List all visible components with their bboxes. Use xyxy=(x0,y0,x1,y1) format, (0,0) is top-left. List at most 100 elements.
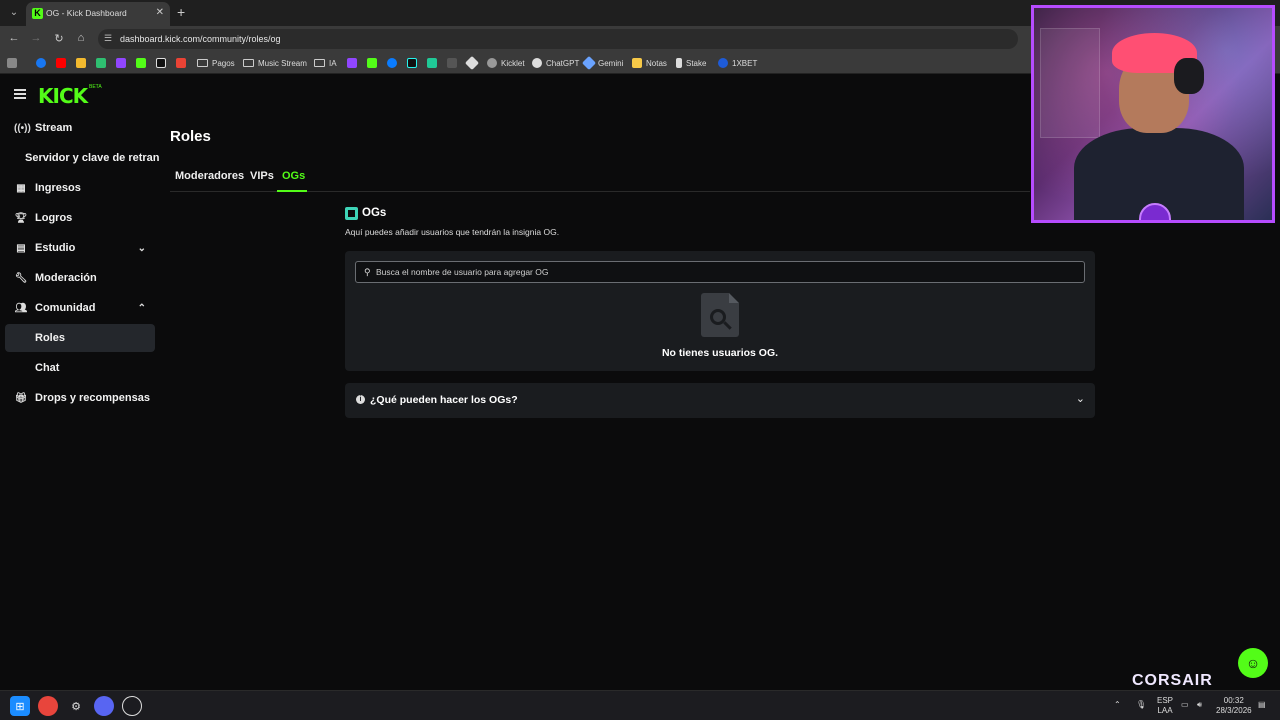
support-chat-icon[interactable]: ☺ xyxy=(1238,648,1268,678)
chevron-down-icon: ⌄ xyxy=(1075,393,1085,405)
chrome-icon[interactable] xyxy=(38,696,58,716)
page-title: Roles xyxy=(170,128,211,145)
gemini-icon xyxy=(581,55,597,71)
sidebar-item-comunidad[interactable]: 👥︎ Comunidad ⌃ xyxy=(14,295,154,321)
notifications-icon[interactable]: ▤ xyxy=(1258,700,1266,710)
kick-logo[interactable]: KICK xyxy=(38,84,88,108)
binance-icon[interactable] xyxy=(76,56,90,70)
reload-icon[interactable]: ↻ xyxy=(52,32,66,45)
tab-moderadores[interactable]: Moderadores xyxy=(175,170,244,182)
volume-icon[interactable]: 🔊︎ xyxy=(1197,700,1202,710)
chart-icon: ▦ xyxy=(16,182,26,194)
kick-icon[interactable] xyxy=(136,56,150,70)
broadcast-icon: ((•)) xyxy=(14,122,31,134)
microphone-icon[interactable]: 🎙︎ xyxy=(1136,700,1146,710)
windows-start-icon[interactable]: ⊞ xyxy=(10,696,30,716)
twitch-icon[interactable] xyxy=(347,56,361,70)
kicklet-icon xyxy=(487,58,497,68)
info-icon: i xyxy=(356,395,365,404)
tab-ogs[interactable]: OGs xyxy=(282,170,305,182)
kick-favicon-icon: K xyxy=(32,8,43,19)
active-tab-indicator xyxy=(277,190,307,192)
new-tab-icon[interactable]: + xyxy=(177,4,185,20)
sidebar-item-stream[interactable]: ((•)) Stream xyxy=(14,115,154,141)
bookmark-ia[interactable]: IA xyxy=(314,56,337,70)
tiktok-icon[interactable] xyxy=(407,56,421,70)
bookmark-chatgpt[interactable]: ChatGPT xyxy=(532,56,579,70)
headset xyxy=(1174,58,1204,94)
windows-taskbar: ⊞ ⚙ ⌃ 🎙︎ ESP LAA ▭ 🔊︎ 00:32 28/3/2026 ▤ xyxy=(0,690,1280,720)
meta-icon[interactable] xyxy=(387,56,401,70)
bookmark-kicklet[interactable]: Kicklet xyxy=(487,56,525,70)
chatgpt-icon xyxy=(532,58,542,68)
folder-icon xyxy=(243,59,254,67)
bookmark-pagos[interactable]: Pagos xyxy=(197,56,235,70)
bookmark-1xbet[interactable]: 1XBET xyxy=(718,56,757,70)
url-field[interactable]: ☰ dashboard.kick.com/community/roles/og xyxy=(98,29,1018,49)
discord-icon[interactable] xyxy=(94,696,114,716)
sidebar-item-server-key[interactable]: Servidor y clave de retransmisión xyxy=(25,152,160,164)
og-badge-icon xyxy=(345,207,358,220)
sidebar-item-logros[interactable]: 🏆︎ Logros xyxy=(14,205,154,231)
apps-icon[interactable] xyxy=(7,56,21,70)
tab-search-icon[interactable]: ⌄ xyxy=(6,5,22,21)
bookmark-teal-icon[interactable] xyxy=(427,56,441,70)
folder-icon xyxy=(197,59,208,67)
bookmark-gemini[interactable]: Gemini xyxy=(581,55,623,71)
browser-tab[interactable]: K OG - Kick Dashboard ✕ xyxy=(26,2,170,26)
forward-icon[interactable]: → xyxy=(29,32,43,44)
search-icon: ⚲ xyxy=(364,267,371,277)
folder-icon xyxy=(314,59,325,67)
og-users-card: ⚲ No tienes usuarios OG. xyxy=(345,251,1095,371)
close-icon[interactable]: ✕ xyxy=(156,7,164,18)
chevron-up-icon: ⌃ xyxy=(137,302,146,314)
chevron-down-icon: ⌄ xyxy=(137,242,146,254)
sidebar-item-roles[interactable]: Roles xyxy=(35,325,145,351)
users-icon: 👥︎ xyxy=(14,302,28,314)
trophy-icon: 🏆︎ xyxy=(14,212,28,224)
beta-badge: BETA xyxy=(89,84,102,90)
tab-vips[interactable]: VIPs xyxy=(250,170,274,182)
network-icon[interactable]: ▭ xyxy=(1181,700,1189,710)
back-icon[interactable]: ← xyxy=(7,32,21,44)
sidebar-item-moderacion[interactable]: 🔧︎ Moderación xyxy=(14,265,154,291)
sidebar-item-estudio[interactable]: ▤ Estudio ⌄ xyxy=(14,235,154,261)
notes-icon xyxy=(632,58,642,68)
grid-icon: ▤ xyxy=(16,242,26,254)
tray-chevron-icon[interactable]: ⌃ xyxy=(1114,700,1121,710)
bookmark-green-icon[interactable] xyxy=(96,56,110,70)
search-box[interactable]: ⚲ xyxy=(355,261,1085,283)
app-icon[interactable] xyxy=(122,696,142,716)
1xbet-icon xyxy=(718,58,728,68)
site-settings-icon[interactable]: ☰ xyxy=(104,33,112,44)
gmail-icon[interactable] xyxy=(176,56,190,70)
sidebar-item-ingresos[interactable]: ▦ Ingresos xyxy=(14,175,154,201)
facebook-icon[interactable] xyxy=(36,56,50,70)
kick-icon[interactable] xyxy=(367,56,381,70)
sidebar-item-drops[interactable]: 🎁︎ Drops y recompensas xyxy=(14,385,154,411)
twitch-icon[interactable] xyxy=(116,56,130,70)
search-input[interactable] xyxy=(376,265,1076,279)
home-icon[interactable]: ⌂ xyxy=(74,32,88,44)
shelf xyxy=(1040,28,1100,138)
section-description: Aquí puedes añadir usuarios que tendrán … xyxy=(345,227,560,237)
corsair-logo: CORSAIR xyxy=(1132,672,1213,689)
youtube-icon[interactable] xyxy=(56,56,70,70)
menu-icon[interactable] xyxy=(14,89,26,99)
empty-file-search-icon xyxy=(701,293,739,337)
bookmark-info-icon[interactable] xyxy=(447,56,461,70)
sidebar-item-chat[interactable]: Chat xyxy=(35,355,145,381)
bookmark-notas[interactable]: Notas xyxy=(632,56,667,70)
language-indicator[interactable]: ESP LAA xyxy=(1157,696,1173,716)
clock[interactable]: 00:32 28/3/2026 xyxy=(1216,696,1252,716)
steam-icon[interactable]: ⚙ xyxy=(66,696,86,716)
bookmark-stake[interactable]: Stake xyxy=(676,56,706,70)
tab-title: OG - Kick Dashboard xyxy=(46,8,127,18)
section-title: OGs xyxy=(362,207,387,219)
wrench-icon: 🔧︎ xyxy=(14,272,28,284)
empty-state-text: No tienes usuarios OG. xyxy=(661,347,779,359)
bookmark-dark-icon[interactable] xyxy=(156,56,170,70)
faq-accordion[interactable]: i ¿Qué pueden hacer los OGs? ⌄ xyxy=(345,383,1095,418)
bookmark-diamond-icon[interactable] xyxy=(464,55,481,71)
bookmark-music-stream[interactable]: Music Stream xyxy=(243,56,307,70)
